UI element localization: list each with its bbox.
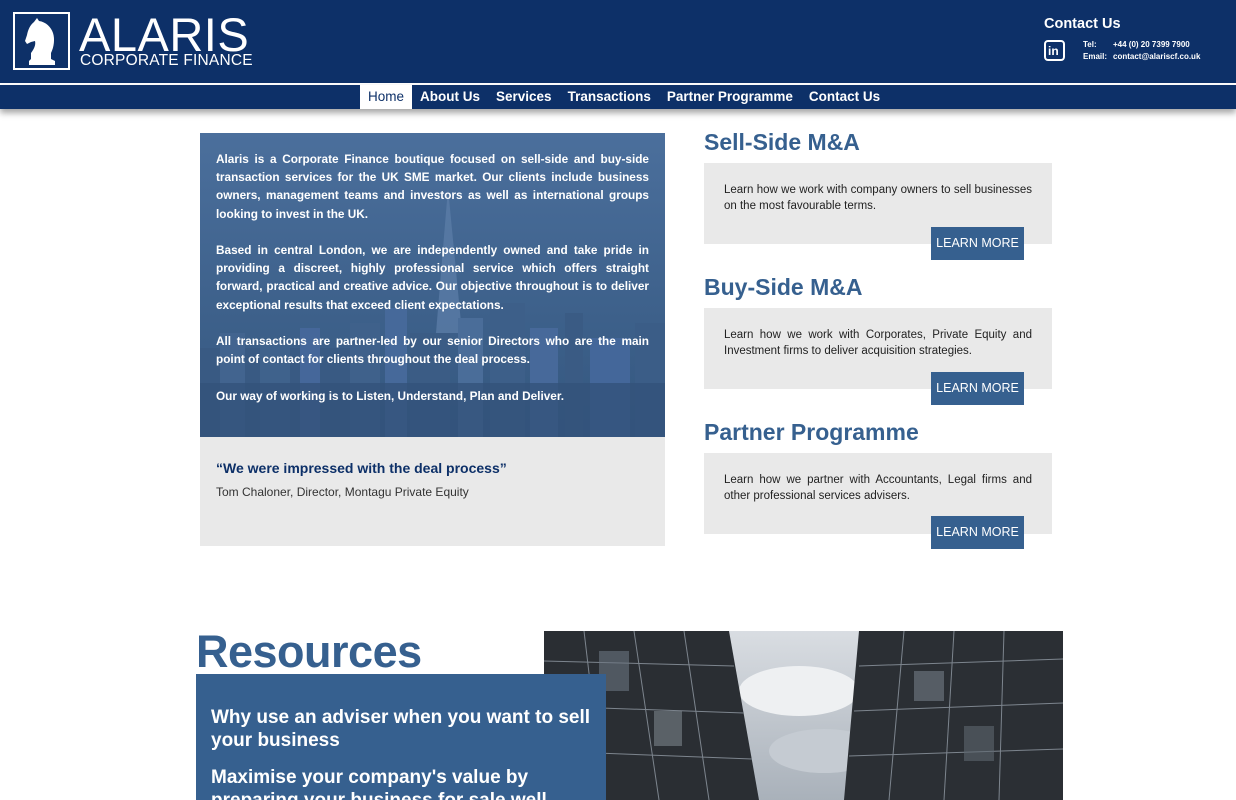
intro-panel: Alaris is a Corporate Finance boutique f… (200, 133, 665, 437)
nav-items: Home About Us Services Transactions Part… (360, 85, 888, 109)
main-nav: Home About Us Services Transactions Part… (0, 85, 1236, 109)
site-header: ALARIS CORPORATE FINANCE Contact Us in T… (0, 0, 1236, 83)
resources-panel: Why use an adviser when you want to sell… (196, 674, 606, 800)
sell-side-learn-more-button[interactable]: LEARN MORE (931, 227, 1024, 260)
linkedin-icon[interactable]: in (1044, 40, 1065, 61)
nav-item-contact-us[interactable]: Contact Us (801, 85, 888, 109)
email-value[interactable]: contact@alariscf.co.uk (1113, 52, 1200, 61)
contact-heading: Contact Us (1044, 16, 1121, 32)
email-label: Email: (1083, 52, 1108, 61)
nav-item-services[interactable]: Services (488, 85, 560, 109)
partner-programme-description: Learn how we partner with Accountants, L… (724, 474, 1032, 502)
buy-side-description: Learn how we work with Corporates, Priva… (724, 329, 1032, 357)
nav-item-home[interactable]: Home (360, 85, 413, 109)
chess-knight-icon (13, 12, 70, 70)
nav-item-about-us[interactable]: About Us (412, 85, 488, 109)
alaris-logo[interactable]: ALARIS CORPORATE FINANCE (13, 10, 253, 72)
partner-programme-title[interactable]: Partner Programme (704, 419, 919, 446)
brand-subtitle: CORPORATE FINANCE (80, 52, 253, 69)
resources-title: Resources (196, 626, 422, 677)
testimonial-quote: “We were impressed with the deal process… (216, 460, 507, 476)
intro-paragraph: Our way of working is to Listen, Underst… (216, 388, 565, 403)
partner-programme-learn-more-button[interactable]: LEARN MORE (931, 516, 1024, 549)
glass-buildings-image (544, 631, 1063, 800)
tel-value[interactable]: +44 (0) 20 7399 7900 (1113, 40, 1190, 49)
buy-side-learn-more-button[interactable]: LEARN MORE (931, 372, 1024, 405)
tel-label: Tel: (1083, 40, 1097, 49)
resource-link[interactable]: Maximise your company's value by prepari… (211, 766, 601, 800)
sell-side-title[interactable]: Sell-Side M&A (704, 129, 860, 156)
intro-paragraph: All transactions are partner-led by our … (216, 334, 649, 367)
intro-text: Alaris is a Corporate Finance boutique f… (216, 150, 649, 423)
nav-item-partner-programme[interactable]: Partner Programme (659, 85, 801, 109)
nav-item-transactions[interactable]: Transactions (560, 85, 659, 109)
contact-email: Email: contact@alariscf.co.uk (1083, 52, 1200, 62)
testimonial-author: Tom Chaloner, Director, Montagu Private … (216, 485, 469, 499)
testimonial-box: “We were impressed with the deal process… (200, 437, 665, 546)
intro-paragraph: Alaris is a Corporate Finance boutique f… (216, 152, 649, 221)
resource-link[interactable]: Why use an adviser when you want to sell… (211, 706, 601, 752)
sell-side-description: Learn how we work with company owners to… (724, 184, 1032, 212)
buy-side-title[interactable]: Buy-Side M&A (704, 274, 862, 301)
contact-tel: Tel: +44 (0) 20 7399 7900 (1083, 40, 1190, 50)
intro-paragraph: Based in central London, we are independ… (216, 243, 649, 312)
